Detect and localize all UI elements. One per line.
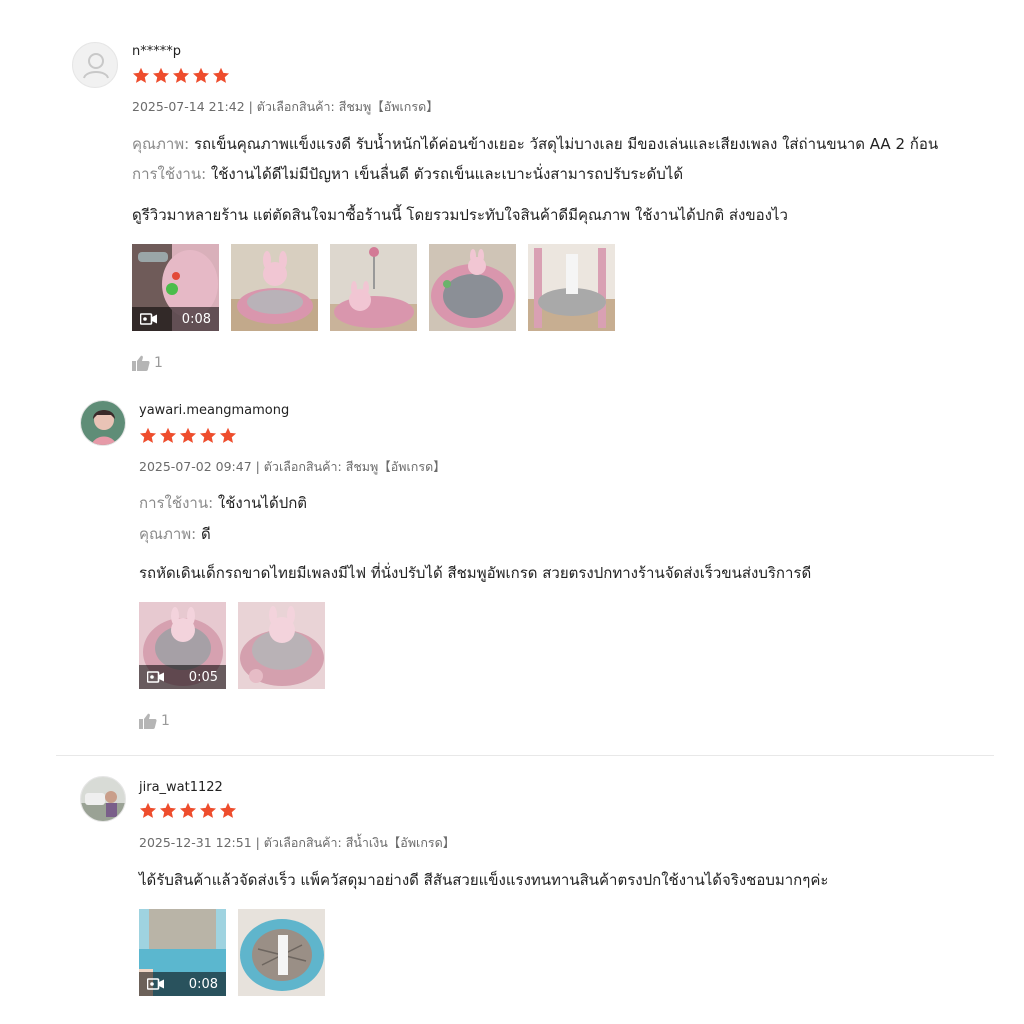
video-duration-bar: 0:08	[139, 972, 226, 996]
attribute-value: ดี	[200, 525, 211, 543]
review-date: 2025-12-31 12:51	[139, 835, 252, 850]
review-variant: | ตัวเลือกสินค้า: สีน้ำเงิน【อัพเกรด】	[255, 835, 456, 850]
review-item: jira_wat1122 2025-12-31 12:51 | ตัวเลือก…	[0, 756, 1024, 1024]
review-video-thumbnail[interactable]: 0:05	[139, 602, 226, 689]
star-icon	[192, 67, 210, 83]
like-button[interactable]: 1	[132, 355, 163, 371]
video-duration-bar: 0:08	[132, 307, 219, 331]
star-icon	[219, 802, 237, 818]
review-item: n*****p 2025-07-14 21:42 | ตัวเลือกสินค้…	[0, 0, 1024, 390]
star-icon	[139, 802, 157, 818]
review-item: yawari.meangmamong 2025-07-02 09:47 | ตั…	[0, 390, 1024, 755]
star-icon	[212, 67, 230, 83]
review-attribute: การใช้งาน: ใช้งานได้ปกติ	[139, 493, 307, 513]
review-video-thumbnail[interactable]: 0:08	[132, 244, 219, 331]
star-icon	[132, 67, 150, 83]
review-meta: 2025-07-14 21:42 | ตัวเลือกสินค้า: สีชมพ…	[132, 96, 439, 117]
review-attribute: คุณภาพ: ดี	[139, 524, 211, 544]
avatar[interactable]	[80, 400, 126, 446]
review-username[interactable]: n*****p	[132, 44, 181, 59]
review-media: 0:08	[132, 244, 615, 331]
attribute-value: ใช้งานได้ดีไม่มีปัญหา เข็นลื่นดี ตัวรถเข…	[210, 165, 684, 183]
star-icon	[159, 427, 177, 443]
avatar[interactable]	[80, 776, 126, 822]
video-duration-bar: 0:05	[139, 665, 226, 689]
review-variant: | ตัวเลือกสินค้า: สีชมพู【อัพเกรด】	[255, 459, 446, 474]
user-photo-icon	[81, 401, 125, 445]
star-icon	[139, 427, 157, 443]
video-camera-icon	[140, 313, 157, 325]
review-attribute: คุณภาพ: รถเข็นคุณภาพแข็งแรงดี รับน้ำหนัก…	[132, 134, 938, 154]
attribute-key: คุณภาพ:	[139, 525, 197, 543]
review-meta: 2025-12-31 12:51 | ตัวเลือกสินค้า: สีน้ำ…	[139, 832, 455, 853]
review-comment: ดูรีวิวมาหลายร้าน แต่ตัดสินใจมาซื้อร้านน…	[132, 206, 788, 224]
video-camera-icon	[147, 978, 164, 990]
star-icon	[179, 802, 197, 818]
review-media: 0:05	[139, 602, 325, 689]
attribute-value: ใช้งานได้ปกติ	[217, 494, 308, 512]
video-duration: 0:05	[188, 669, 218, 685]
like-button[interactable]: 1	[139, 713, 170, 729]
star-icon	[219, 427, 237, 443]
like-count: 1	[154, 355, 163, 371]
star-rating	[139, 427, 237, 444]
thumbs-up-icon	[132, 355, 150, 371]
review-username[interactable]: jira_wat1122	[139, 780, 223, 795]
review-image-thumbnail[interactable]	[528, 244, 615, 331]
star-icon	[159, 802, 177, 818]
star-icon	[199, 802, 217, 818]
video-duration: 0:08	[188, 976, 218, 992]
star-rating	[139, 802, 237, 819]
attribute-key: คุณภาพ:	[132, 135, 190, 153]
review-attribute: การใช้งาน: ใช้งานได้ดีไม่มีปัญหา เข็นลื่…	[132, 164, 683, 184]
review-variant: | ตัวเลือกสินค้า: สีชมพู【อัพเกรด】	[248, 99, 439, 114]
review-image-thumbnail[interactable]	[330, 244, 417, 331]
avatar-placeholder[interactable]	[72, 42, 118, 88]
review-image-thumbnail[interactable]	[238, 909, 325, 996]
star-icon	[179, 427, 197, 443]
user-icon	[83, 53, 109, 79]
review-meta: 2025-07-02 09:47 | ตัวเลือกสินค้า: สีชมพ…	[139, 456, 446, 477]
star-icon	[152, 67, 170, 83]
like-count: 1	[161, 713, 170, 729]
review-image-thumbnail[interactable]	[231, 244, 318, 331]
attribute-key: การใช้งาน:	[139, 494, 214, 512]
review-date: 2025-07-14 21:42	[132, 99, 245, 114]
review-media: 0:08	[139, 909, 325, 996]
thumbs-up-icon	[139, 713, 157, 729]
user-photo-icon	[81, 777, 125, 821]
review-video-thumbnail[interactable]: 0:08	[139, 909, 226, 996]
review-comment: ได้รับสินค้าแล้วจัดส่งเร็ว แพ็ควัสดุมาอย…	[139, 871, 829, 889]
attribute-key: การใช้งาน:	[132, 165, 207, 183]
star-icon	[199, 427, 217, 443]
attribute-value: รถเข็นคุณภาพแข็งแรงดี รับน้ำหนักได้ค่อนข…	[193, 135, 939, 153]
star-rating	[132, 67, 230, 84]
video-duration: 0:08	[181, 311, 211, 327]
review-comment: รถหัดเดินเด็กรถขาดไทยมีเพลงมีไฟ ที่นั่งป…	[139, 564, 812, 582]
video-camera-icon	[147, 671, 164, 683]
review-username[interactable]: yawari.meangmamong	[139, 403, 289, 418]
star-icon	[172, 67, 190, 83]
review-image-thumbnail[interactable]	[429, 244, 516, 331]
review-image-thumbnail[interactable]	[238, 602, 325, 689]
review-date: 2025-07-02 09:47	[139, 459, 252, 474]
